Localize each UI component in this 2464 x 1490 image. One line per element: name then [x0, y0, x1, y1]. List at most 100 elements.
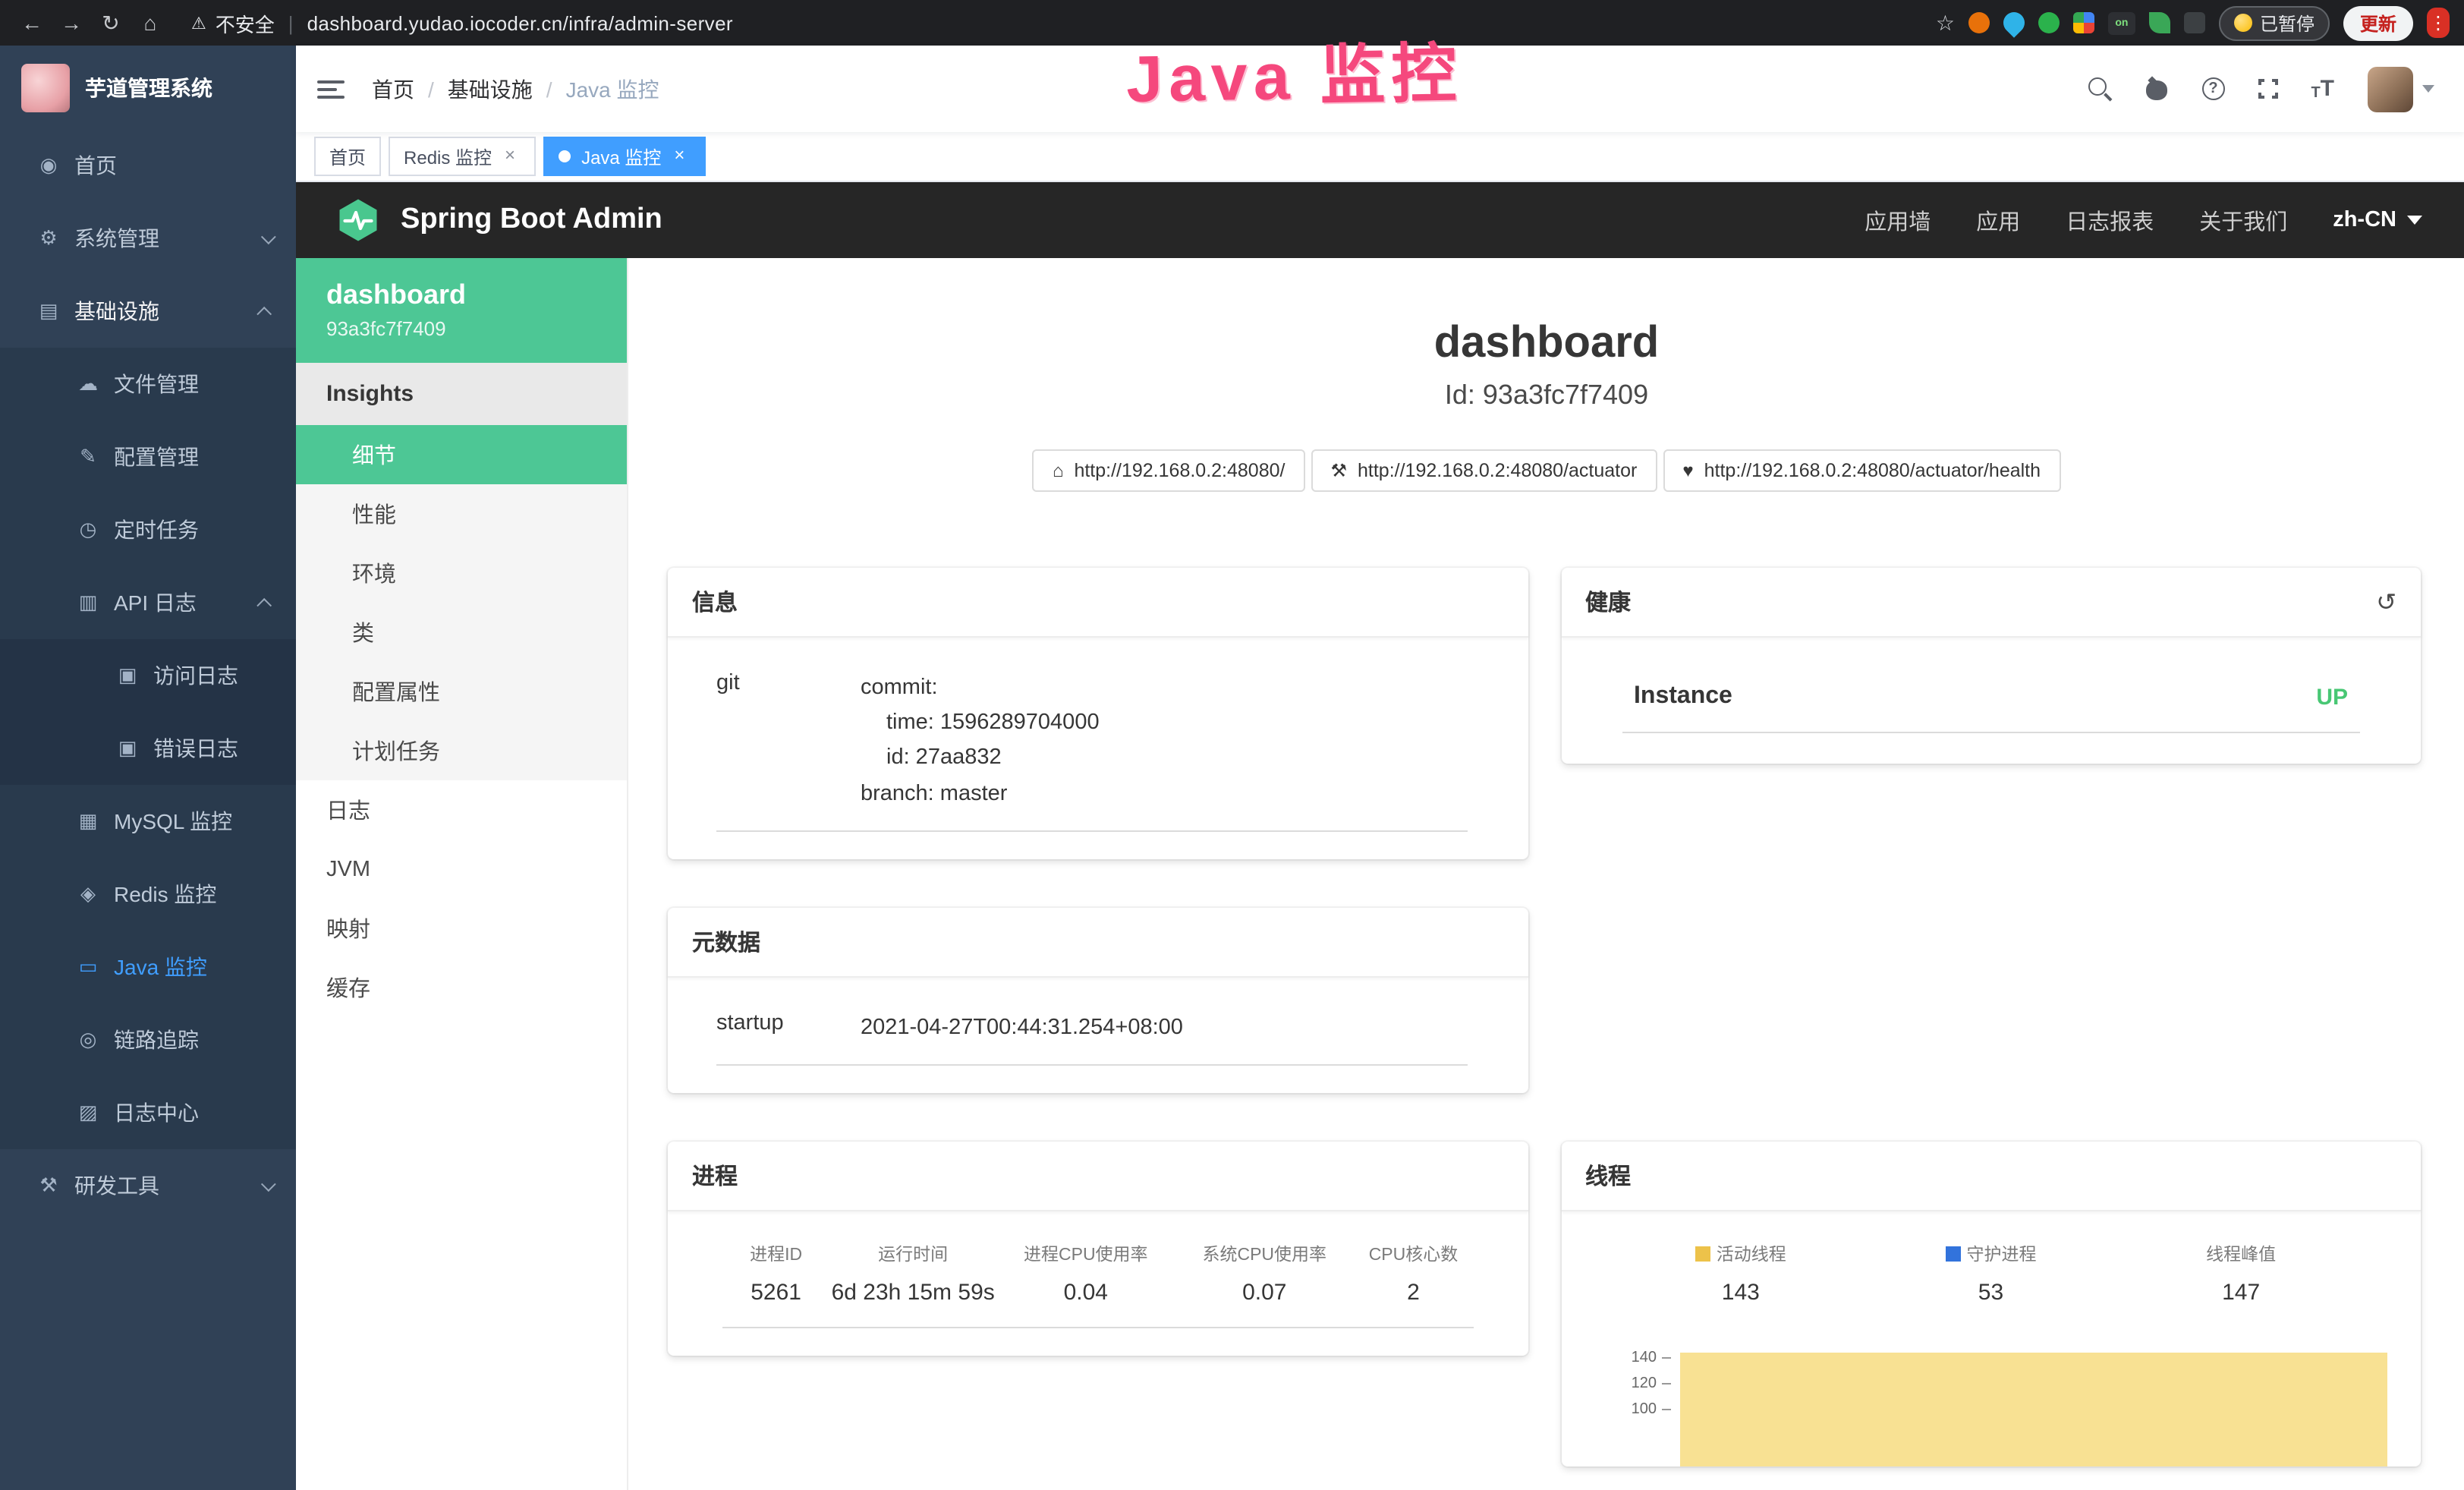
y-axis-tick: 100: [1585, 1401, 1670, 1418]
history-icon[interactable]: ↺: [2376, 587, 2396, 617]
threads-card-body: 活动线程 143 守护进程 53 线程峰值 14: [1561, 1211, 2421, 1466]
info-line: commit:: [861, 671, 1100, 706]
sba-menu-scheduled-tasks[interactable]: 计划任务: [296, 721, 627, 780]
update-button[interactable]: 更新: [2343, 5, 2413, 40]
browser-menu-icon[interactable]: ⋮: [2427, 8, 2450, 38]
address-bar[interactable]: ⚠ 不安全 | dashboard.yudao.iocoder.cn/infra…: [191, 8, 733, 37]
instance-link-actuator[interactable]: ⚒ http://192.168.0.2:48080/actuator: [1311, 449, 1657, 492]
sidebar-item-java-monitor[interactable]: ▭ Java 监控: [0, 931, 296, 1003]
info-line: time: 1596289704000: [861, 706, 1100, 741]
eye-icon: ◎: [76, 1028, 100, 1052]
sidebar-item-label: 系统管理: [74, 223, 159, 254]
sba-menu-classes[interactable]: 类: [296, 603, 627, 662]
sba-menu-jvm[interactable]: JVM: [296, 840, 627, 899]
extension-icon[interactable]: [2149, 12, 2170, 33]
extension-icon[interactable]: [1999, 8, 2029, 38]
stat-value: 6d 23h 15m 59s: [829, 1280, 996, 1306]
screen-icon: ▭: [76, 955, 100, 979]
url-text: dashboard.yudao.iocoder.cn/infra/admin-s…: [307, 11, 733, 34]
user-menu[interactable]: [2368, 66, 2434, 112]
github-icon[interactable]: [2144, 77, 2168, 100]
tab-redis-monitor[interactable]: Redis 监控 ×: [389, 137, 536, 176]
tab-java-monitor[interactable]: Java 监控 ×: [543, 137, 705, 176]
reload-icon[interactable]: ↻: [94, 10, 127, 36]
sba-menu-config-props[interactable]: 配置属性: [296, 662, 627, 721]
tab-close-icon[interactable]: ×: [499, 146, 521, 167]
sidebar-item-config-mgmt[interactable]: ✎ 配置管理: [0, 421, 296, 493]
instance-title: dashboard: [628, 319, 2464, 369]
sba-content: dashboard Id: 93a3fc7f7409 ⌂ http://192.…: [628, 258, 2464, 1490]
threads-legend-row: 活动线程 143 守护进程 53 线程峰值 14: [1616, 1239, 2366, 1315]
sidebar-item-redis-monitor[interactable]: ◈ Redis 监控: [0, 858, 296, 931]
hamburger-icon[interactable]: [317, 80, 345, 98]
help-icon[interactable]: ?: [2201, 77, 2224, 100]
process-card: 进程 进程ID 5261 运行时间: [668, 1142, 1528, 1356]
extension-icon[interactable]: [1968, 12, 1990, 33]
stat-process-cpu: 进程CPU使用率 0.04: [996, 1242, 1175, 1306]
instance-link-health[interactable]: ♥ http://192.168.0.2:48080/actuator/heal…: [1663, 449, 2060, 492]
threads-card-title: 线程: [1585, 1160, 1631, 1192]
sba-language-select[interactable]: zh-CN: [2333, 208, 2422, 232]
sidebar-item-home[interactable]: ◉ 首页: [0, 129, 296, 202]
sidebar-item-system-mgmt[interactable]: ⚙ 系统管理: [0, 202, 296, 275]
tab-label: Redis 监控: [404, 143, 492, 169]
process-card-body: 进程ID 5261 运行时间 6d 23h 15m 59s 进程CPU使用率: [668, 1211, 1528, 1356]
sidebar-item-dev-tools[interactable]: ⚒ 研发工具: [0, 1149, 296, 1222]
sba-menu-caches[interactable]: 缓存: [296, 958, 627, 1017]
sidebar-item-infrastructure[interactable]: ▤ 基础设施: [0, 275, 296, 348]
cards-grid: 信息 git commit: time: 1596289704000 id: 2…: [668, 568, 2421, 1466]
sidebar-item-link-tracing[interactable]: ◎ 链路追踪: [0, 1003, 296, 1076]
tab-home[interactable]: 首页: [314, 137, 381, 176]
sba-instance-name: dashboard: [326, 279, 596, 311]
paused-badge[interactable]: 已暂停: [2219, 5, 2330, 40]
app-logo[interactable]: 芋道管理系统: [0, 46, 296, 129]
sba-nav-about[interactable]: 关于我们: [2199, 204, 2287, 236]
sidebar-item-label: 配置管理: [114, 442, 199, 472]
breadcrumb-item[interactable]: 首页: [372, 74, 414, 104]
sba-menu-details[interactable]: 细节: [296, 425, 627, 484]
font-size-icon[interactable]: T T: [2311, 76, 2334, 102]
extension-icon[interactable]: [2073, 12, 2094, 33]
extensions-puzzle-icon[interactable]: [2184, 12, 2205, 33]
tools-icon: ⚒: [36, 1173, 61, 1198]
tab-close-icon[interactable]: ×: [669, 146, 690, 167]
sba-nav-applications[interactable]: 应用: [1976, 204, 2020, 236]
log-center-icon: ▨: [76, 1101, 100, 1125]
instance-links: ⌂ http://192.168.0.2:48080/ ⚒ http://192…: [628, 449, 2464, 492]
back-icon[interactable]: ←: [15, 11, 49, 35]
health-instance-row[interactable]: Instance UP: [1622, 677, 2360, 733]
sidebar-item-log-center[interactable]: ▨ 日志中心: [0, 1076, 296, 1149]
home-icon[interactable]: ⌂: [134, 11, 167, 35]
sba-instance-id: 93a3fc7f7409: [326, 317, 596, 340]
sba-menu-logs[interactable]: 日志: [296, 780, 627, 840]
instance-link-root[interactable]: ⌂ http://192.168.0.2:48080/: [1033, 449, 1305, 492]
sba-brand-label: Spring Boot Admin: [401, 203, 662, 237]
sba-brand[interactable]: Spring Boot Admin: [335, 197, 662, 243]
extension-icon[interactable]: on: [2108, 11, 2135, 34]
health-instance-label: Instance: [1634, 683, 1732, 710]
fullscreen-icon[interactable]: [2258, 79, 2277, 99]
sidebar-item-scheduled-jobs[interactable]: ◷ 定时任务: [0, 493, 296, 566]
sidebar-item-mysql-monitor[interactable]: ▦ MySQL 监控: [0, 785, 296, 858]
legend-label: 活动线程: [1616, 1242, 1866, 1266]
sba-menu-performance[interactable]: 性能: [296, 484, 627, 543]
app-window: 芋道管理系统 ◉ 首页 ⚙ 系统管理 ▤ 基础设施 ☁: [0, 46, 2464, 1490]
bookmark-star-icon[interactable]: ☆: [1936, 10, 1955, 36]
sba-nav-wallboard[interactable]: 应用墙: [1865, 204, 1931, 236]
sba-menu-mappings[interactable]: 映射: [296, 899, 627, 958]
sba-menu-environment[interactable]: 环境: [296, 543, 627, 603]
app-sidebar: 芋道管理系统 ◉ 首页 ⚙ 系统管理 ▤ 基础设施 ☁: [0, 46, 296, 1490]
extension-icon[interactable]: [2038, 12, 2060, 33]
sba-nav-journal[interactable]: 日志报表: [2066, 204, 2154, 236]
info-row-git: git commit: time: 1596289704000 id: 27aa…: [716, 665, 1467, 832]
sidebar-item-error-logs[interactable]: ▣ 错误日志: [0, 712, 296, 785]
breadcrumb-item[interactable]: 基础设施: [448, 74, 533, 104]
search-icon[interactable]: [2088, 77, 2110, 100]
sidebar-item-file-mgmt[interactable]: ☁ 文件管理: [0, 348, 296, 421]
forward-icon[interactable]: →: [55, 11, 88, 35]
app-title: 芋道管理系统: [85, 72, 212, 102]
sidebar-item-api-logs[interactable]: ▥ API 日志: [0, 566, 296, 639]
stat-system-cpu: 系统CPU使用率 0.07: [1175, 1242, 1354, 1306]
sba-language-label: zh-CN: [2333, 208, 2396, 232]
sidebar-item-access-logs[interactable]: ▣ 访问日志: [0, 639, 296, 712]
